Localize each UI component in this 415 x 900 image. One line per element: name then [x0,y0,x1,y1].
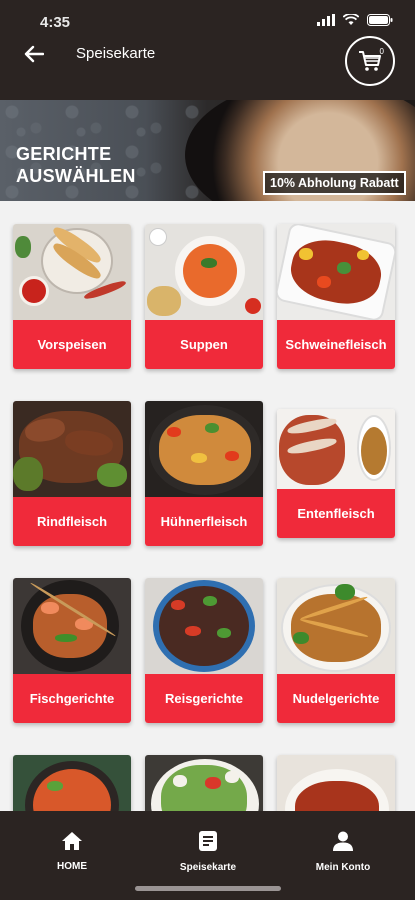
nav-mein-konto[interactable]: Mein Konto [274,811,412,891]
home-icon [62,831,82,850]
nudelgerichte-image [277,578,395,674]
category-label: Fischgerichte [13,674,131,723]
category-tile-vorspeisen[interactable]: Vorspeisen [13,224,131,369]
back-button[interactable] [20,40,48,68]
arrow-left-icon [24,45,44,63]
nav-label: HOME [57,860,87,872]
banner-heading: GERICHTE AUSWÄHLEN [16,143,136,187]
category-label: Nudelgerichte [277,674,395,723]
nav-label: Mein Konto [315,861,371,873]
category-tile-rindfleisch[interactable]: Rindfleisch [13,401,131,546]
category-label: Vorspeisen [13,320,131,369]
nav-label: Speisekarte [179,861,237,873]
banner-heading-line1: GERICHTE [16,144,112,164]
huehnerfleisch-image [145,401,263,497]
category-tile-fischgerichte[interactable]: Fischgerichte [13,578,131,723]
category-tile-schweinefleisch[interactable]: Schweinefleisch [277,224,395,369]
user-icon [333,831,353,851]
reisgerichte-image [145,578,263,674]
nav-speisekarte[interactable]: Speisekarte [139,811,277,891]
category-tile-entenfleisch[interactable]: Entenfleisch [277,409,395,538]
category-label: Reisgerichte [145,674,263,723]
app-screen: 4:35 Speisekarte 0 GERICHTE AUSWÄHLEN 10… [0,0,415,900]
category-tile-huehnerfleisch[interactable]: Hühnerfleisch [145,401,263,546]
shopping-cart-icon [359,51,381,71]
category-label: Rindfleisch [13,497,131,546]
category-label: Suppen [145,320,263,369]
category-label: Entenfleisch [277,489,395,538]
status-icons [317,14,393,26]
entenfleisch-image [277,409,395,489]
banner-heading-line2: AUSWÄHLEN [16,166,136,186]
category-label: Schweinefleisch [277,320,395,369]
schweinefleisch-image [277,224,395,320]
vorspeisen-image [13,224,131,320]
fischgerichte-image [13,578,131,674]
home-indicator[interactable] [135,886,281,891]
discount-badge: 10% Abholung Rabatt [263,171,406,195]
cart-button[interactable]: 0 [345,36,395,86]
category-tile-reisgerichte[interactable]: Reisgerichte [145,578,263,723]
wifi-icon [343,14,359,25]
rindfleisch-image [13,401,131,497]
category-tile-nudelgerichte[interactable]: Nudelgerichte [277,578,395,723]
menu-icon [199,830,217,851]
app-header: 4:35 Speisekarte 0 [0,0,415,100]
signal-icon [317,14,335,26]
nav-home[interactable]: HOME [3,811,141,891]
status-time: 4:35 [40,14,71,31]
suppen-image [145,224,263,320]
category-tile-suppen[interactable]: Suppen [145,224,263,369]
category-label: Hühnerfleisch [145,497,263,546]
cart-count-badge: 0 [379,47,384,56]
page-title: Speisekarte [76,45,156,62]
battery-icon [367,14,393,26]
